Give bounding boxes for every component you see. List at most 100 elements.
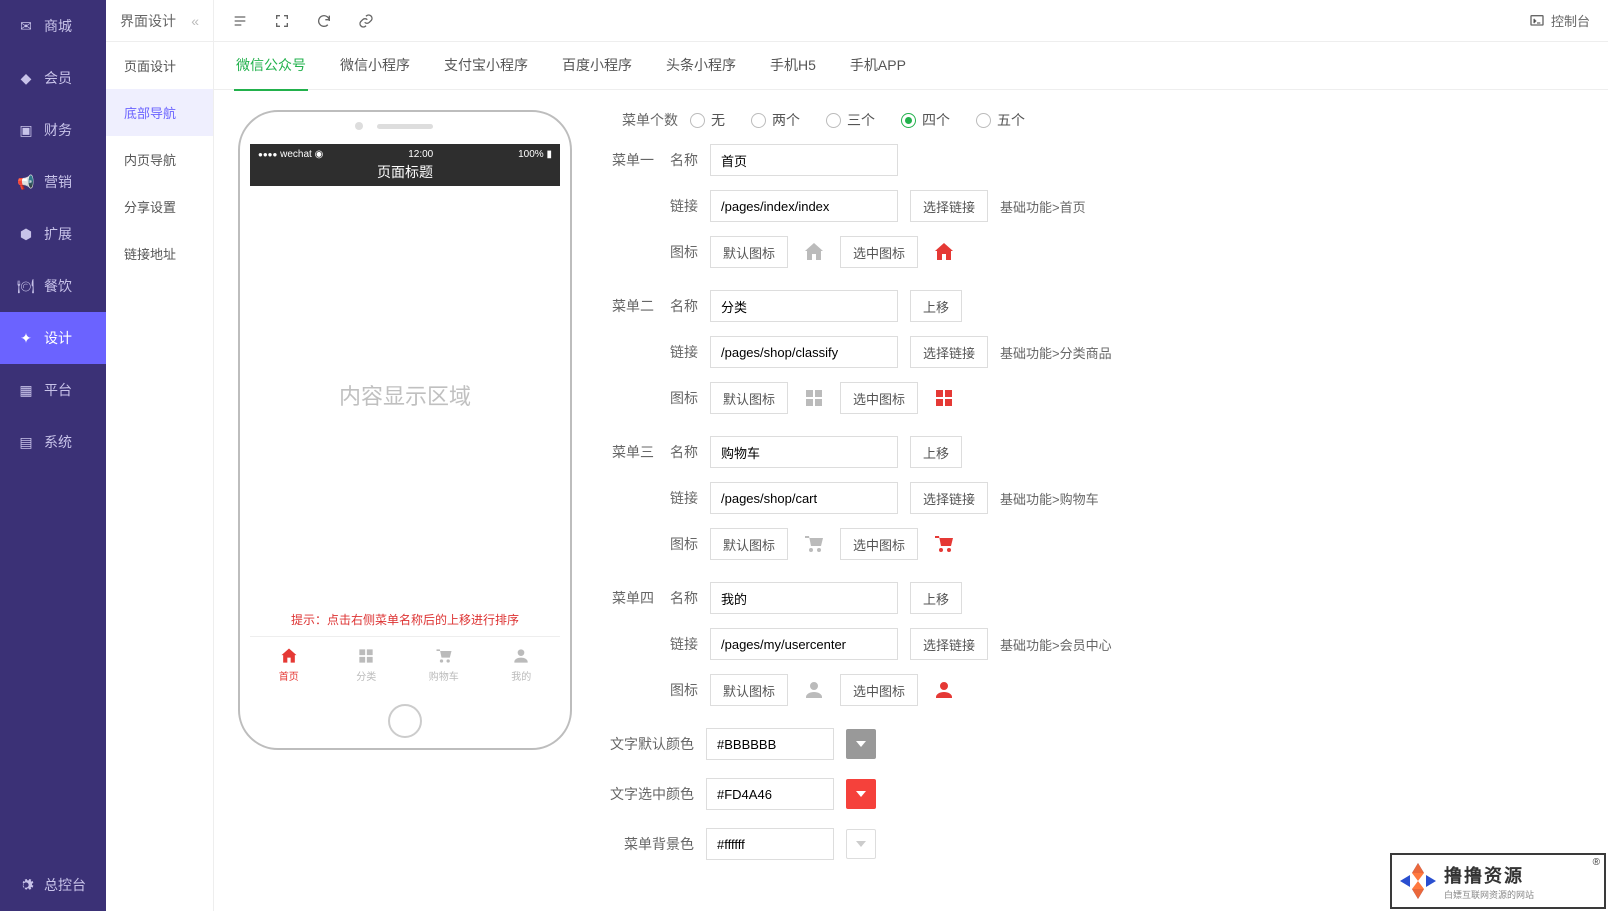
subnav-share-setting[interactable]: 分享设置 xyxy=(106,183,213,230)
subnav-link-address[interactable]: 链接地址 xyxy=(106,230,213,277)
menu-link-input-1[interactable] xyxy=(710,336,898,368)
tab-baidu-mp[interactable]: 百度小程序 xyxy=(560,41,634,91)
sidebar-item-extend[interactable]: ⬢扩展 xyxy=(0,208,106,260)
watermark-logo: 撸撸资源白嫖互联网资源的网站 ® xyxy=(1390,853,1606,909)
user-icon-active xyxy=(930,676,958,704)
bg-color-swatch[interactable] xyxy=(846,829,876,859)
default-icon-button-3[interactable]: 默认图标 xyxy=(710,674,788,706)
default-icon-button-0[interactable]: 默认图标 xyxy=(710,236,788,268)
menu-link-input-0[interactable] xyxy=(710,190,898,222)
move-up-button-3[interactable]: 上移 xyxy=(910,582,962,614)
tabbar-item-category[interactable]: 分类 xyxy=(328,637,406,692)
menu-name-input-2[interactable] xyxy=(710,436,898,468)
user-icon xyxy=(511,646,531,666)
wallet-icon: ▣ xyxy=(18,122,34,138)
default-color-input[interactable] xyxy=(706,728,834,760)
wifi-icon: ◉ xyxy=(315,149,324,160)
icon-label: 图标 xyxy=(666,388,698,408)
sidebar-item-mall[interactable]: ✉商城 xyxy=(0,0,106,52)
move-up-button-2[interactable]: 上移 xyxy=(910,436,962,468)
radio-none[interactable]: 无 xyxy=(690,110,725,130)
grid-icon xyxy=(356,646,376,666)
phone-home-button xyxy=(388,704,422,738)
main-area: 控制台 微信公众号 微信小程序 支付宝小程序 百度小程序 头条小程序 手机H5 … xyxy=(214,0,1608,911)
menu-link-input-3[interactable] xyxy=(710,628,898,660)
link-hint-0: 基础功能>首页 xyxy=(1000,197,1086,216)
console-link[interactable]: 控制台 xyxy=(1529,11,1590,30)
link-label: 链接 xyxy=(666,488,698,508)
cart-icon xyxy=(434,646,454,666)
tabbar-item-mine[interactable]: 我的 xyxy=(483,637,561,692)
default-icon-button-1[interactable]: 默认图标 xyxy=(710,382,788,414)
icon-label: 图标 xyxy=(666,680,698,700)
menu-link-input-2[interactable] xyxy=(710,482,898,514)
choose-link-button-1[interactable]: 选择链接 xyxy=(910,336,988,368)
sidebar-item-catering[interactable]: 🍽餐饮 xyxy=(0,260,106,312)
radio-five[interactable]: 五个 xyxy=(976,110,1025,130)
sub-sidebar: 界面设计 « 页面设计 底部导航 内页导航 分享设置 链接地址 xyxy=(106,0,214,911)
radio-three[interactable]: 三个 xyxy=(826,110,875,130)
sidebar-item-finance[interactable]: ▣财务 xyxy=(0,104,106,156)
menu-name-input-0[interactable] xyxy=(710,144,898,176)
phone-tabbar: 首页 分类 购物车 我的 xyxy=(250,636,560,692)
choose-link-button-0[interactable]: 选择链接 xyxy=(910,190,988,222)
subnav-inner-nav[interactable]: 内页导航 xyxy=(106,136,213,183)
menu-title-2: 菜单三 xyxy=(602,442,654,462)
fullscreen-icon[interactable] xyxy=(274,13,290,29)
subnav-bottom-nav[interactable]: 底部导航 xyxy=(106,89,213,136)
tv-icon: ▤ xyxy=(18,434,34,450)
phone-content-placeholder: 内容显示区域 xyxy=(250,186,560,603)
tab-toutiao-mp[interactable]: 头条小程序 xyxy=(664,41,738,91)
mail-icon: ✉ xyxy=(18,18,34,34)
collapse-icon[interactable]: « xyxy=(191,13,199,29)
menu-toggle-icon[interactable] xyxy=(232,13,248,29)
link-label: 链接 xyxy=(666,342,698,362)
name-label: 名称 xyxy=(666,588,698,608)
selected-icon-button-3[interactable]: 选中图标 xyxy=(840,674,918,706)
link-icon[interactable] xyxy=(358,13,374,29)
choose-link-button-3[interactable]: 选择链接 xyxy=(910,628,988,660)
radio-two[interactable]: 两个 xyxy=(751,110,800,130)
move-up-button-1[interactable]: 上移 xyxy=(910,290,962,322)
selected-icon-button-2[interactable]: 选中图标 xyxy=(840,528,918,560)
selected-icon-button-0[interactable]: 选中图标 xyxy=(840,236,918,268)
refresh-icon[interactable] xyxy=(316,13,332,29)
menu-name-input-1[interactable] xyxy=(710,290,898,322)
sidebar-item-platform[interactable]: ▦平台 xyxy=(0,364,106,416)
default-color-label: 文字默认颜色 xyxy=(602,734,694,754)
tab-app[interactable]: 手机APP xyxy=(848,41,908,91)
carrier-label: ●●●● wechat ◉ xyxy=(258,149,323,160)
subnav-page-design[interactable]: 页面设计 xyxy=(106,42,213,89)
tabbar-item-cart[interactable]: 购物车 xyxy=(405,637,483,692)
primary-sidebar: ✉商城 ◆会员 ▣财务 📢营销 ⬢扩展 🍽餐饮 ✦设计 ▦平台 ▤系统 总控台 xyxy=(0,0,106,911)
selected-color-swatch[interactable] xyxy=(846,779,876,809)
menu-name-input-3[interactable] xyxy=(710,582,898,614)
selected-color-input[interactable] xyxy=(706,778,834,810)
grid-icon: ▦ xyxy=(18,382,34,398)
default-icon-button-2[interactable]: 默认图标 xyxy=(710,528,788,560)
sidebar-item-marketing[interactable]: 📢营销 xyxy=(0,156,106,208)
home-icon xyxy=(279,646,299,666)
tab-wechat-oa[interactable]: 微信公众号 xyxy=(234,41,308,91)
sidebar-item-design[interactable]: ✦设计 xyxy=(0,312,106,364)
tab-h5[interactable]: 手机H5 xyxy=(768,41,818,91)
default-color-swatch[interactable] xyxy=(846,729,876,759)
tab-alipay-mp[interactable]: 支付宝小程序 xyxy=(442,41,530,91)
bg-color-input[interactable] xyxy=(706,828,834,860)
cart-icon-active xyxy=(930,530,958,558)
selected-icon-button-1[interactable]: 选中图标 xyxy=(840,382,918,414)
sidebar-item-system[interactable]: ▤系统 xyxy=(0,416,106,468)
sidebar-item-member[interactable]: ◆会员 xyxy=(0,52,106,104)
tabbar-item-home[interactable]: 首页 xyxy=(250,637,328,692)
platform-tabs: 微信公众号 微信小程序 支付宝小程序 百度小程序 头条小程序 手机H5 手机AP… xyxy=(214,42,1608,90)
menu-title-1: 菜单二 xyxy=(602,296,654,316)
phone-page-title: 页面标题 xyxy=(250,162,560,184)
radio-four[interactable]: 四个 xyxy=(901,110,950,130)
tab-wechat-mp[interactable]: 微信小程序 xyxy=(338,41,412,91)
link-hint-3: 基础功能>会员中心 xyxy=(1000,635,1112,654)
phone-preview: ●●●● wechat ◉ 12:00 100% ▮ 页面标题 内容显示区域 提… xyxy=(238,110,572,750)
chevron-down-icon xyxy=(856,741,866,747)
bg-color-label: 菜单背景色 xyxy=(602,834,694,854)
sidebar-item-master[interactable]: 总控台 xyxy=(0,859,106,911)
choose-link-button-2[interactable]: 选择链接 xyxy=(910,482,988,514)
